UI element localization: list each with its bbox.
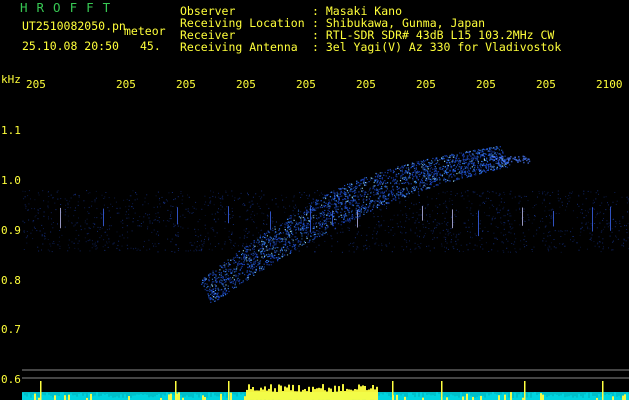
x-tick-label: 205 <box>116 78 136 91</box>
info-label-antenna: Receiving Antenna <box>180 40 298 54</box>
file-name: UT2510082050.pn <box>22 19 126 33</box>
x-tick-label: 205 <box>416 78 436 91</box>
y-tick-label: 1.0 <box>1 174 21 187</box>
y-tick-label: 0.6 <box>1 373 21 386</box>
x-tick-label: 205 <box>356 78 376 91</box>
meteor-echo-trace <box>201 146 531 303</box>
file-tag: meteor <box>124 24 166 38</box>
file-datetime: 25.10.08 20:50 <box>22 39 119 53</box>
info-value-antenna: : 3el Yagi(V) Az 330 for Vladivostok <box>312 40 562 54</box>
x-tick-label: 205 <box>296 78 316 91</box>
x-tick-label: 2100 <box>596 78 623 91</box>
y-tick-label: 1.1 <box>1 124 21 137</box>
signal-level-meter <box>22 381 629 400</box>
x-tick-label: 205 <box>236 78 256 91</box>
y-tick-label: 0.9 <box>1 224 21 237</box>
file-number: 45. <box>140 39 161 53</box>
y-axis-unit: kHz <box>1 73 21 86</box>
y-tick-label: 0.7 <box>1 323 21 336</box>
y-tick-label: 0.8 <box>1 274 21 287</box>
spectrogram <box>22 146 629 400</box>
noise-band <box>22 190 629 253</box>
x-tick-label: 205 <box>536 78 556 91</box>
x-tick-label: 205 <box>26 78 46 91</box>
x-tick-label: 205 <box>176 78 196 91</box>
x-tick-label: 205 <box>476 78 496 91</box>
interference-streaks <box>60 206 611 237</box>
app-title: HROFFT <box>20 0 120 15</box>
